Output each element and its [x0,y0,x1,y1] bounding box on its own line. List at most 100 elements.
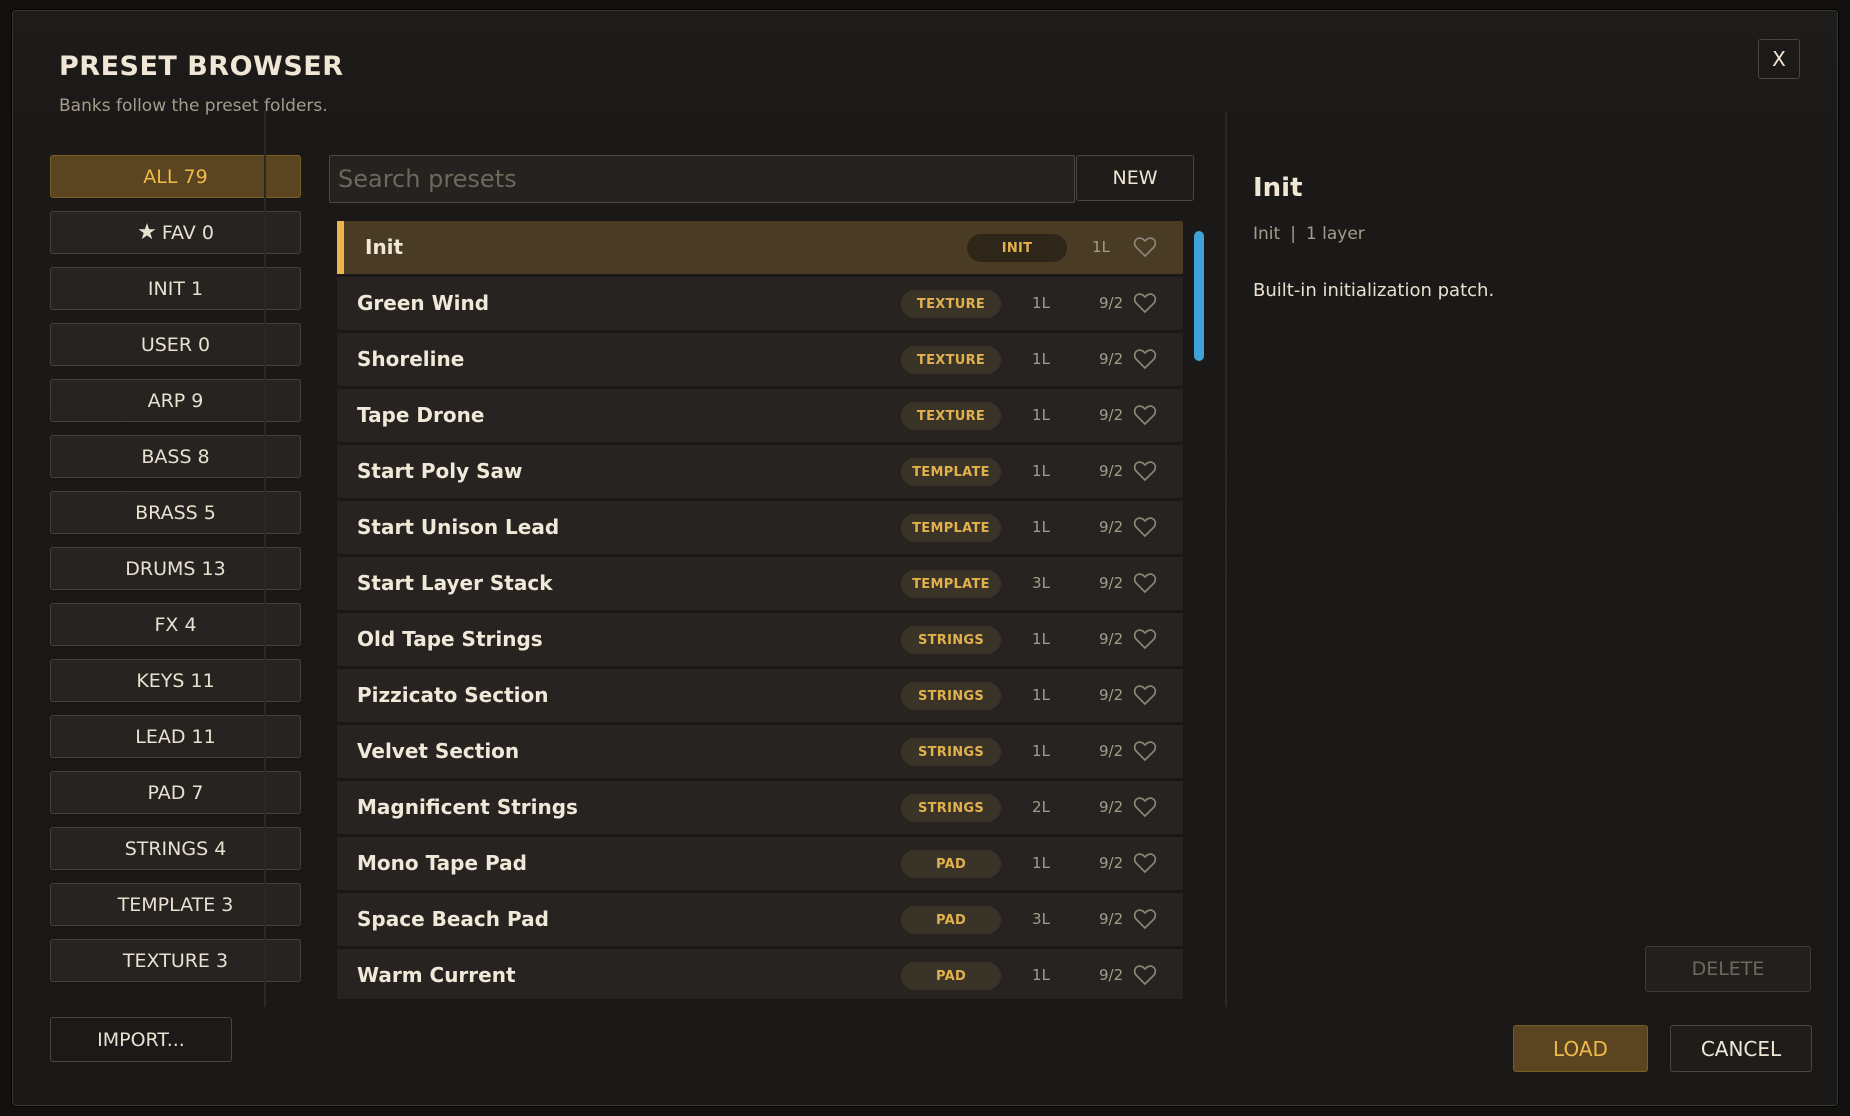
heart-icon[interactable] [1133,852,1157,874]
preset-signature: 9/2 [1099,574,1124,592]
preset-layer-count: 1L [1032,350,1050,368]
bank-label: INIT 1 [147,277,204,300]
preset-name: Green Wind [357,291,490,315]
preset-browser-dialog: PRESET BROWSER Banks follow the preset f… [12,10,1838,1106]
preset-name: Pizzicato Section [357,683,549,707]
bank-label: DRUMS 13 [125,557,226,580]
heart-icon[interactable] [1133,740,1157,762]
preset-row[interactable]: Start Layer Stack TEMPLATE 3L 9/2 [337,557,1183,610]
heart-icon[interactable] [1133,964,1157,986]
preset-row[interactable]: Start Unison Lead TEMPLATE 1L 9/2 [337,501,1183,554]
heart-icon[interactable] [1133,404,1157,426]
preset-layer-count: 1L [1032,294,1050,312]
search-input[interactable] [329,155,1075,203]
new-preset-button[interactable]: NEW [1076,155,1194,201]
preset-signature: 9/2 [1099,294,1124,312]
preset-category-tag: TEXTURE [901,402,1001,430]
star-icon: ★ [137,220,157,245]
preset-row[interactable]: Pizzicato Section STRINGS 1L 9/2 [337,669,1183,722]
preset-row[interactable]: Velvet Section STRINGS 1L 9/2 [337,725,1183,778]
delete-button: DELETE [1645,946,1811,992]
heart-icon[interactable] [1133,684,1157,706]
preset-name: Old Tape Strings [357,627,543,651]
bank-label: BRASS 5 [135,501,216,524]
bank-label: USER 0 [140,333,211,356]
bank-label: PAD 7 [147,781,204,804]
heart-icon[interactable] [1133,796,1157,818]
preset-category-tag: PAD [901,962,1001,990]
preset-name: Start Layer Stack [357,571,553,595]
heart-icon[interactable] [1133,628,1157,650]
bank-label: STRINGS 4 [124,837,227,860]
dialog-title: PRESET BROWSER [59,51,344,82]
close-button[interactable]: X [1758,39,1800,79]
preset-row[interactable]: Mono Tape Pad PAD 1L 9/2 [337,837,1183,890]
bank-label: ALL 79 [143,165,208,188]
bank-label: ARP 9 [147,389,204,412]
detail-title: Init [1253,173,1303,203]
bank-label: TEMPLATE 3 [117,893,234,916]
bank-label: KEYS 11 [136,669,215,692]
preset-name: Velvet Section [357,739,520,763]
preset-layer-count: 1L [1032,518,1050,536]
preset-category-tag: TEMPLATE [901,458,1001,486]
preset-category-tag: STRINGS [901,682,1001,710]
preset-list: Init INIT 1L Green Wind TEXTURE 1L 9/2 Shorelin… [337,221,1183,999]
load-button[interactable]: LOAD [1513,1025,1648,1072]
preset-category-tag: TEMPLATE [901,570,1001,598]
preset-signature: 9/2 [1099,462,1124,480]
preset-layer-count: 1L [1032,406,1050,424]
preset-name: Warm Current [357,963,516,987]
preset-row[interactable]: Start Poly Saw TEMPLATE 1L 9/2 [337,445,1183,498]
preset-layer-count: 1L [1092,238,1110,256]
preset-layer-count: 3L [1032,574,1050,592]
preset-layer-count: 1L [1032,854,1050,872]
preset-name: Magnificent Strings [357,795,578,819]
preset-layer-count: 1L [1032,462,1050,480]
bank-label: FAV 0 [161,221,214,244]
preset-row[interactable]: Shoreline TEXTURE 1L 9/2 [337,333,1183,386]
preset-signature: 9/2 [1099,966,1124,984]
preset-category-tag: TEXTURE [901,290,1001,318]
heart-icon[interactable] [1133,348,1157,370]
preset-row[interactable]: Space Beach Pad PAD 3L 9/2 [337,893,1183,946]
preset-name: Tape Drone [357,403,485,427]
detail-divider [1225,111,1227,1007]
preset-signature: 9/2 [1099,742,1124,760]
preset-row[interactable]: Old Tape Strings STRINGS 1L 9/2 [337,613,1183,666]
preset-row[interactable]: Magnificent Strings STRINGS 2L 9/2 [337,781,1183,834]
preset-row[interactable]: Init INIT 1L [337,221,1183,274]
preset-list-scrollbar[interactable] [1194,231,1204,361]
preset-name: Start Unison Lead [357,515,560,539]
import-button[interactable]: IMPORT... [50,1017,232,1062]
heart-icon[interactable] [1133,292,1157,314]
preset-category-tag: STRINGS [901,738,1001,766]
heart-icon[interactable] [1133,236,1157,258]
preset-signature: 9/2 [1099,630,1124,648]
preset-category-tag: TEXTURE [901,346,1001,374]
detail-description: Built-in initialization patch. [1253,280,1495,301]
preset-row[interactable]: Tape Drone TEXTURE 1L 9/2 [337,389,1183,442]
preset-row[interactable]: Warm Current PAD 1L 9/2 [337,949,1183,999]
heart-icon[interactable] [1133,572,1157,594]
heart-icon[interactable] [1133,516,1157,538]
preset-signature: 9/2 [1099,854,1124,872]
preset-name: Init [365,235,404,259]
preset-signature: 9/2 [1099,798,1124,816]
heart-icon[interactable] [1133,908,1157,930]
preset-layer-count: 2L [1032,798,1050,816]
bank-label: LEAD 11 [135,725,216,748]
preset-row[interactable]: Green Wind TEXTURE 1L 9/2 [337,277,1183,330]
preset-category-tag: TEMPLATE [901,514,1001,542]
cancel-button[interactable]: CANCEL [1670,1025,1812,1072]
preset-category-tag: PAD [901,906,1001,934]
preset-name: Start Poly Saw [357,459,523,483]
selection-accent [337,221,344,274]
detail-separator: | [1290,224,1296,244]
preset-category-tag: STRINGS [901,794,1001,822]
preset-signature: 9/2 [1099,406,1124,424]
preset-signature: 9/2 [1099,910,1124,928]
heart-icon[interactable] [1133,460,1157,482]
sidebar-divider [264,111,266,1007]
preset-layer-count: 1L [1032,966,1050,984]
